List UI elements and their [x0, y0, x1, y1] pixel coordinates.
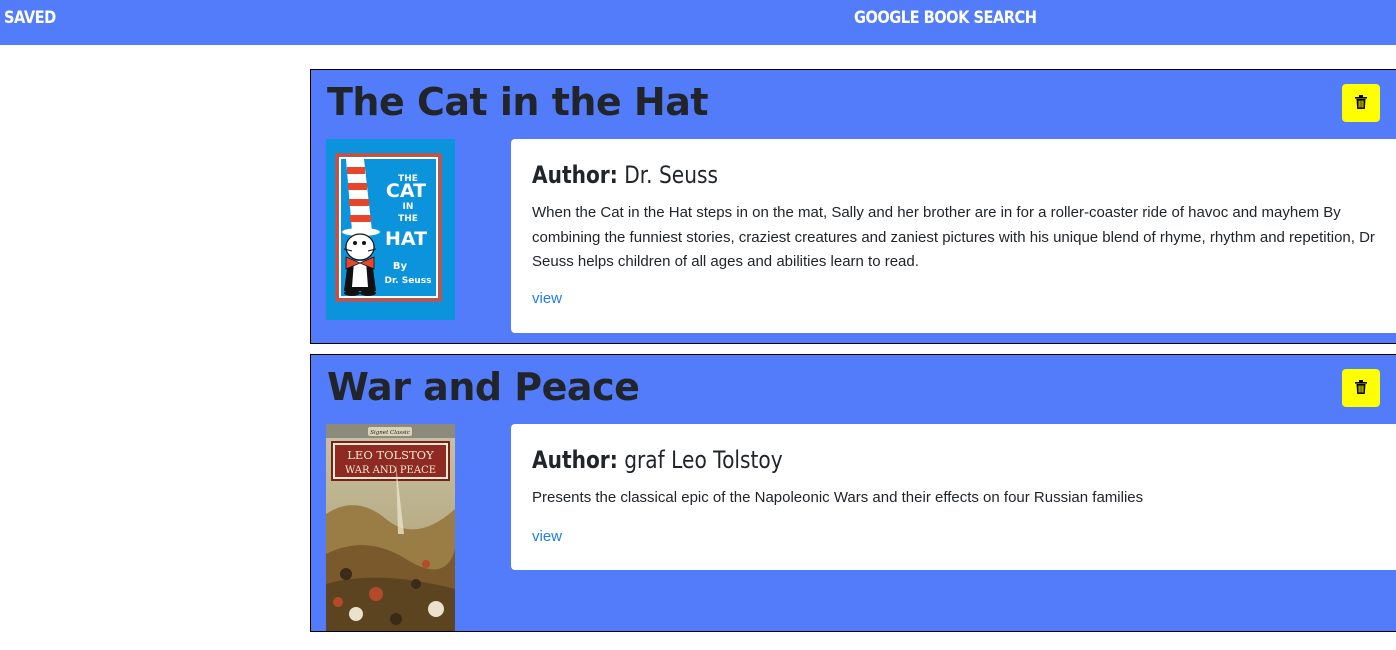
nav-saved-link[interactable]: SAVED: [4, 0, 56, 36]
view-link[interactable]: view: [532, 528, 562, 545]
book-info-panel: Author: graf Leo Tolstoy Presents the cl…: [511, 424, 1396, 570]
cover-title-line: HAT: [385, 228, 427, 250]
author-name: graf Leo Tolstoy: [624, 446, 783, 474]
book-title: The Cat in the Hat: [327, 80, 709, 124]
cover-title-line: CAT: [386, 180, 426, 202]
cover-title-line: IN: [403, 202, 414, 212]
author-label: Author:: [532, 446, 618, 474]
book-info-panel: Author: Dr. Seuss When the Cat in the Ha…: [511, 139, 1396, 333]
cover-title-line: WAR AND PEACE: [345, 465, 436, 476]
book-cover-image: Signet Classic LEO TOLSTOY WAR AND PEACE: [326, 424, 455, 631]
book-title: War and Peace: [327, 365, 640, 409]
cover-author-line: By: [393, 261, 408, 272]
cover-title-line: LEO TOLSTOY: [347, 448, 434, 462]
delete-button[interactable]: [1342, 84, 1380, 122]
book-card: The Cat in the Hat THE CAT IN THE HAT By…: [310, 69, 1396, 344]
nav-search-link[interactable]: GOOGLE BOOK SEARCH: [854, 0, 1037, 36]
delete-button[interactable]: [1342, 369, 1380, 407]
author-line: Author: graf Leo Tolstoy: [532, 446, 783, 474]
trash-icon: [1355, 379, 1367, 397]
trash-icon: [1355, 94, 1367, 112]
book-description: When the Cat in the Hat steps in on the …: [532, 204, 1375, 270]
cover-author-line: Dr. Seuss: [385, 276, 432, 286]
navbar: SAVED GOOGLE BOOK SEARCH: [0, 0, 1396, 45]
cover-title-line: THE: [398, 214, 418, 224]
book-description: Presents the classical epic of the Napol…: [532, 489, 1144, 506]
book-cover-image: THE CAT IN THE HAT By Dr. Seuss: [326, 139, 455, 320]
author-label: Author:: [532, 161, 618, 189]
book-card: War and Peace Signet Classic LEO TOLSTOY…: [310, 354, 1396, 632]
cover-publisher: Signet Classic: [370, 430, 410, 436]
view-link[interactable]: view: [532, 290, 562, 307]
author-name: Dr. Seuss: [624, 161, 718, 189]
author-line: Author: Dr. Seuss: [532, 161, 718, 189]
